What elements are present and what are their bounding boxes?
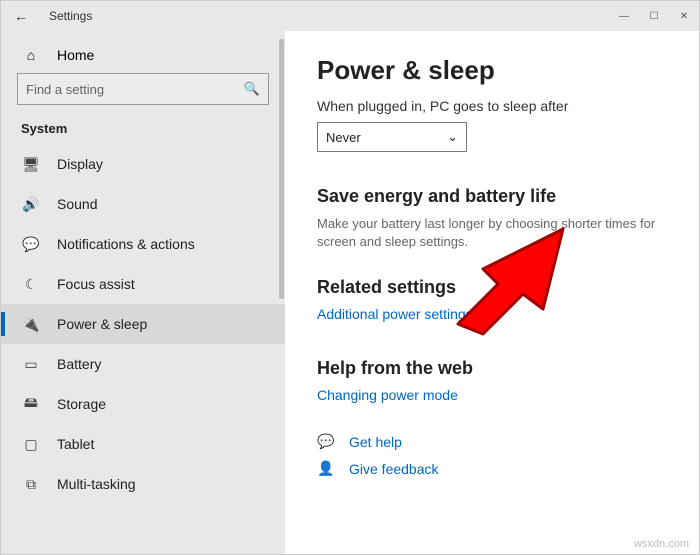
search-icon: 🔍 bbox=[244, 81, 260, 97]
search-placeholder: Find a setting bbox=[26, 82, 104, 97]
sidebar-item-icon: ▭ bbox=[21, 356, 41, 373]
sidebar-item-icon: 🔊 bbox=[21, 196, 41, 213]
sidebar-item-icon: ⧉ bbox=[21, 476, 41, 493]
sleep-timeout-select[interactable]: Never ⌄ bbox=[317, 122, 467, 152]
get-help-link[interactable]: 💬 Get help bbox=[317, 433, 671, 450]
sidebar-item-notifications-actions[interactable]: 💬Notifications & actions bbox=[1, 224, 285, 264]
sidebar-item-label: Battery bbox=[41, 356, 101, 372]
sleep-timeout-value: Never bbox=[326, 130, 361, 145]
get-help-label: Get help bbox=[335, 434, 402, 450]
changing-power-mode-link[interactable]: Changing power mode bbox=[317, 387, 458, 403]
minimize-button[interactable]: — bbox=[609, 1, 639, 31]
sidebar-item-power-sleep[interactable]: 🔌Power & sleep bbox=[1, 304, 285, 344]
give-feedback-label: Give feedback bbox=[335, 461, 439, 477]
sidebar-item-focus-assist[interactable]: ☾Focus assist bbox=[1, 264, 285, 304]
sidebar-item-battery[interactable]: ▭Battery bbox=[1, 344, 285, 384]
feedback-icon: 👤 bbox=[317, 460, 335, 477]
sidebar-item-icon: ☾ bbox=[21, 276, 41, 293]
sidebar-item-label: Display bbox=[41, 156, 103, 172]
sidebar-item-storage[interactable]: 🖴Storage bbox=[1, 384, 285, 424]
sidebar-item-label: Power & sleep bbox=[41, 316, 147, 332]
save-energy-desc: Make your battery last longer by choosin… bbox=[317, 215, 657, 251]
sidebar-item-icon: 🖥 bbox=[21, 156, 41, 173]
give-feedback-link[interactable]: 👤 Give feedback bbox=[317, 460, 671, 477]
maximize-button[interactable]: ☐ bbox=[639, 1, 669, 31]
sidebar-scroll-thumb[interactable] bbox=[279, 39, 284, 299]
back-button[interactable]: ← bbox=[7, 8, 35, 24]
sidebar-item-multi-tasking[interactable]: ⧉Multi-tasking bbox=[1, 464, 285, 504]
sidebar-item-label: Sound bbox=[41, 196, 97, 212]
page-title: Power & sleep bbox=[317, 55, 671, 86]
sidebar-item-label: Tablet bbox=[41, 436, 94, 452]
plugged-in-label: When plugged in, PC goes to sleep after bbox=[317, 98, 671, 114]
sidebar-item-display[interactable]: 🖥Display bbox=[1, 144, 285, 184]
content-pane: Power & sleep When plugged in, PC goes t… bbox=[285, 31, 699, 554]
sidebar-item-label: Notifications & actions bbox=[41, 236, 195, 252]
sidebar-item-label: Focus assist bbox=[41, 276, 135, 292]
chat-icon: 💬 bbox=[317, 433, 335, 450]
sidebar-item-tablet[interactable]: ▢Tablet bbox=[1, 424, 285, 464]
sidebar-item-label: Multi-tasking bbox=[41, 476, 136, 492]
save-energy-heading: Save energy and battery life bbox=[317, 186, 671, 207]
sidebar-item-icon: 🔌 bbox=[21, 316, 41, 333]
related-settings-heading: Related settings bbox=[317, 277, 671, 298]
sidebar-scrollbar[interactable] bbox=[277, 31, 285, 554]
home-icon: ⌂ bbox=[21, 47, 41, 63]
watermark: wsxdn.com bbox=[634, 538, 689, 550]
help-web-heading: Help from the web bbox=[317, 358, 671, 379]
close-button[interactable]: ✕ bbox=[669, 1, 699, 31]
sidebar-group: System bbox=[1, 117, 285, 144]
sidebar-item-icon: 🖴 bbox=[21, 392, 41, 416]
sidebar-item-icon: ▢ bbox=[21, 436, 41, 453]
sidebar-item-icon: 💬 bbox=[21, 236, 41, 253]
additional-power-settings-link[interactable]: Additional power settings bbox=[317, 306, 473, 322]
chevron-down-icon: ⌄ bbox=[447, 129, 458, 145]
sidebar: ⌂ Home Find a setting 🔍 System 🖥Display🔊… bbox=[1, 31, 285, 554]
sidebar-home[interactable]: ⌂ Home bbox=[1, 43, 285, 73]
search-input[interactable]: Find a setting 🔍 bbox=[17, 73, 269, 105]
window-title: Settings bbox=[35, 9, 92, 23]
sidebar-item-sound[interactable]: 🔊Sound bbox=[1, 184, 285, 224]
sidebar-home-label: Home bbox=[41, 47, 94, 63]
sidebar-item-label: Storage bbox=[41, 396, 106, 412]
